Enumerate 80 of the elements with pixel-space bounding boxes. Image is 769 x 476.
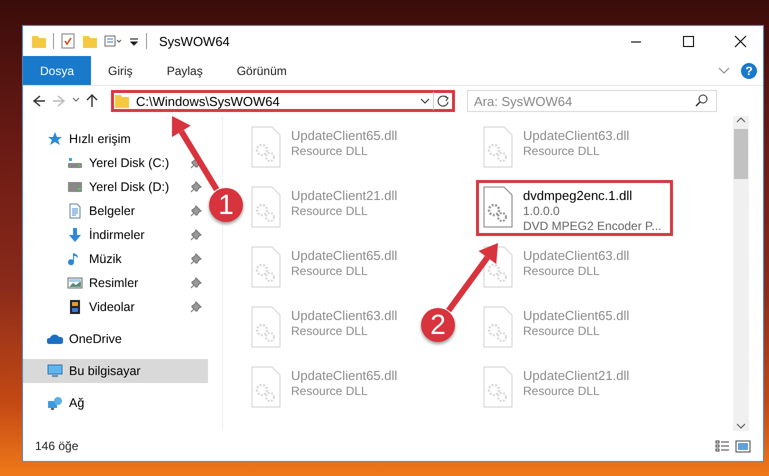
ribbon-tab[interactable]: Paylaş <box>150 56 220 85</box>
dll-file-icon <box>483 186 513 228</box>
file-detail: Resource DLL <box>291 144 369 158</box>
arrow <box>446 243 498 312</box>
pin-icon <box>190 181 202 193</box>
search-field[interactable]: Ara: SysWOW64 <box>467 90 717 112</box>
file-name: UpdateClient63.dll <box>523 128 630 143</box>
file-detail: Resource DLL <box>291 264 369 278</box>
file-detail: Resource DLL <box>291 204 369 218</box>
drive-icon <box>67 155 83 171</box>
dll-file-icon <box>483 366 513 408</box>
properties-icon[interactable] <box>60 33 76 49</box>
file-detail: DVD MPEG2 Encoder P... <box>523 219 662 233</box>
nav-item[interactable]: Resimler <box>23 271 208 295</box>
scrollbar[interactable] <box>733 116 749 431</box>
nav-item[interactable]: Belgeler <box>23 199 208 223</box>
download-arrow-icon <box>67 227 83 243</box>
maximize-icon[interactable] <box>680 34 696 48</box>
ribbon-tab[interactable]: Görünüm <box>220 56 304 85</box>
ribbon-tab[interactable]: Giriş <box>91 56 150 85</box>
scroll-down-icon[interactable] <box>735 421 747 431</box>
back-arrow-icon[interactable] <box>31 94 47 108</box>
nav-item[interactable]: Hızlı erişim <box>23 127 208 151</box>
file-name: dvdmpeg2enc.1.dll <box>523 188 634 203</box>
file-detail: 1.0.0.0 <box>523 204 561 218</box>
scrollbar-thumb[interactable] <box>734 129 748 179</box>
nav-item[interactable]: Ağ <box>23 391 208 415</box>
nav-item[interactable]: Videolar <box>23 295 208 319</box>
document-icon <box>67 203 83 219</box>
dll-file-icon <box>483 126 513 168</box>
details-view-icon[interactable] <box>715 439 731 453</box>
nav-item[interactable]: Bu bilgisayar <box>23 359 208 383</box>
nav-item[interactable]: Müzik <box>23 247 208 271</box>
nav-item[interactable]: Yerel Disk (C:) <box>23 151 208 175</box>
network-icon <box>47 395 63 411</box>
pin-icon <box>190 205 202 217</box>
film-icon <box>67 299 83 315</box>
ribbon-tab[interactable]: Dosya <box>23 56 92 85</box>
drive-icon <box>67 179 83 195</box>
file-detail: Resource DLL <box>523 324 601 338</box>
monitor-icon <box>47 363 63 379</box>
file-name: UpdateClient63.dll <box>291 308 398 323</box>
file-name: UpdateClient21.dll <box>523 368 630 383</box>
dll-file-icon <box>483 306 513 348</box>
star-icon <box>47 131 63 147</box>
customize-icon[interactable] <box>104 33 122 49</box>
pin-icon <box>190 253 202 265</box>
file-detail: Resource DLL <box>291 324 369 338</box>
pin-icon <box>190 277 202 289</box>
file-name: UpdateClient63.dll <box>523 248 630 263</box>
search-icon[interactable] <box>695 94 709 108</box>
dll-file-icon <box>251 306 281 348</box>
dll-file-icon <box>251 366 281 408</box>
up-arrow-icon[interactable] <box>85 93 99 109</box>
nav-item[interactable]: İndirmeler <box>23 223 208 247</box>
file-detail: Resource DLL <box>523 144 601 158</box>
picture-icon <box>67 275 83 291</box>
item-count: 146 öğe <box>35 439 78 453</box>
pin-icon <box>190 301 202 313</box>
file-item[interactable]: dvdmpeg2enc.1.dll 1.0.0.0 DVD MPEG2 Encoder P... <box>476 180 673 236</box>
pin-icon <box>190 229 202 241</box>
folder-icon <box>114 93 130 109</box>
file-name: UpdateClient65.dll <box>523 308 630 323</box>
file-detail: Resource DLL <box>291 384 369 398</box>
dll-file-icon <box>251 246 281 288</box>
close-icon[interactable] <box>732 34 748 48</box>
file-name: UpdateClient65.dll <box>291 248 398 263</box>
nav-item[interactable]: Yerel Disk (D:) <box>23 175 208 199</box>
file-name: UpdateClient65.dll <box>291 128 398 143</box>
address-bar[interactable]: C:\Windows\SysWOW64 <box>111 90 455 112</box>
large-icons-view-icon[interactable] <box>735 439 751 453</box>
file-detail: Resource DLL <box>523 264 601 278</box>
file-name: UpdateClient65.dll <box>291 368 398 383</box>
nav-item[interactable]: OneDrive <box>23 327 208 351</box>
dll-file-icon <box>251 186 281 228</box>
file-detail: Resource DLL <box>523 384 601 398</box>
help-button[interactable]: ? <box>741 62 757 78</box>
dll-file-icon <box>251 126 281 168</box>
file-name: UpdateClient21.dll <box>291 188 398 203</box>
window-title: SysWOW64 <box>159 34 230 48</box>
